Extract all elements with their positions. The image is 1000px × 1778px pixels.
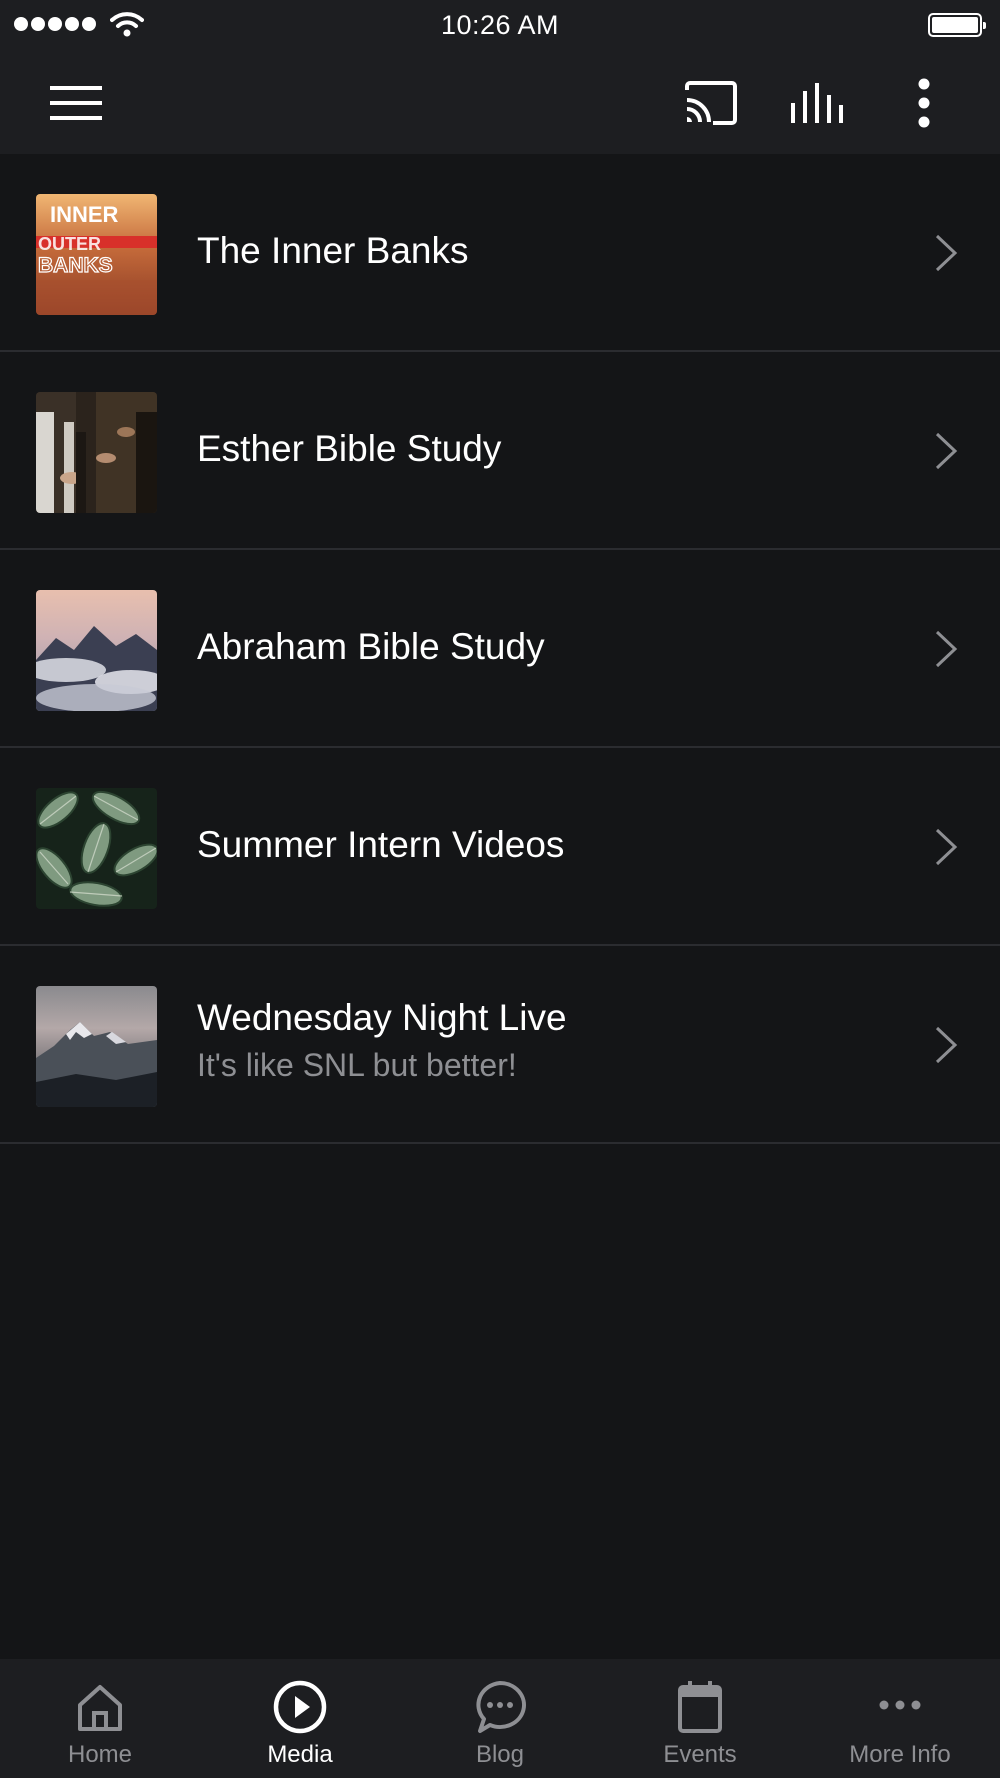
battery-icon <box>928 13 986 37</box>
wednesday-night-live-thumbnail <box>36 986 157 1107</box>
chevron-right-icon <box>935 828 958 866</box>
menu-icon <box>50 86 102 120</box>
tab-label: Events <box>663 1741 737 1768</box>
bottom-tab-bar: Home Media Blog Events More Info <box>0 1659 1000 1778</box>
equalizer-button[interactable] <box>774 67 860 139</box>
abraham-bible-study-thumbnail <box>36 590 157 711</box>
chevron-right-icon <box>935 234 958 272</box>
home-icon <box>78 1685 122 1731</box>
app-toolbar <box>0 52 1000 154</box>
more-options-button[interactable] <box>892 67 956 139</box>
chevron-right-icon <box>935 630 958 668</box>
cast-button[interactable] <box>668 67 754 139</box>
tab-more-info[interactable]: More Info <box>800 1659 1000 1778</box>
chevron-right-icon <box>935 1026 958 1064</box>
tab-media[interactable]: Media <box>200 1659 400 1778</box>
status-bar: 10:26 AM <box>0 0 1000 52</box>
tab-label: Blog <box>475 1741 525 1768</box>
chevron-right-icon <box>935 432 958 470</box>
media-item-subtitle: It's like SNL but better! <box>197 1047 517 1083</box>
status-time: 10:26 AM <box>440 10 560 40</box>
media-list-item[interactable]: Summer Intern Videos <box>0 748 1000 946</box>
media-screen: 10:26 AM INNER OUTER BANKS The Inner Ban… <box>0 0 1000 1778</box>
tab-blog[interactable]: Blog <box>400 1659 600 1778</box>
play-circle-icon <box>273 1680 327 1734</box>
esther-bible-study-thumbnail <box>36 392 157 513</box>
more-vertical-icon <box>918 78 930 128</box>
tab-home[interactable]: Home <box>0 1659 200 1778</box>
media-item-title: Wednesday Night Live <box>197 997 567 1038</box>
inner-banks-thumbnail: INNER OUTER BANKS <box>36 194 157 315</box>
chat-bubble-icon <box>476 1681 526 1733</box>
media-list-item[interactable]: Abraham Bible Study <box>0 550 1000 748</box>
more-horizontal-icon <box>879 1700 921 1710</box>
tab-events[interactable]: Events <box>600 1659 800 1778</box>
media-item-title: Abraham Bible Study <box>197 626 545 667</box>
calendar-icon <box>678 1681 722 1733</box>
tab-label: More Info <box>849 1741 951 1768</box>
media-item-title: The Inner Banks <box>197 230 469 271</box>
media-list-item[interactable]: Esther Bible Study <box>0 352 1000 550</box>
media-item-title: Summer Intern Videos <box>197 824 565 865</box>
equalizer-icon <box>791 83 843 123</box>
svg-text:BANKS: BANKS <box>38 254 113 277</box>
tab-label: Media <box>267 1741 333 1768</box>
media-list-item[interactable]: INNER OUTER BANKS The Inner Banks <box>0 154 1000 352</box>
svg-text:OUTER: OUTER <box>38 234 101 254</box>
svg-text:INNER: INNER <box>50 202 119 227</box>
media-list: INNER OUTER BANKS The Inner Banks Esther… <box>0 154 1000 1144</box>
media-item-title: Esther Bible Study <box>197 428 502 469</box>
cast-icon <box>685 81 737 125</box>
summer-intern-videos-thumbnail <box>36 788 157 909</box>
media-list-item[interactable]: Wednesday Night Live It's like SNL but b… <box>0 946 1000 1144</box>
menu-button[interactable] <box>30 67 122 139</box>
tab-label: Home <box>67 1741 133 1768</box>
